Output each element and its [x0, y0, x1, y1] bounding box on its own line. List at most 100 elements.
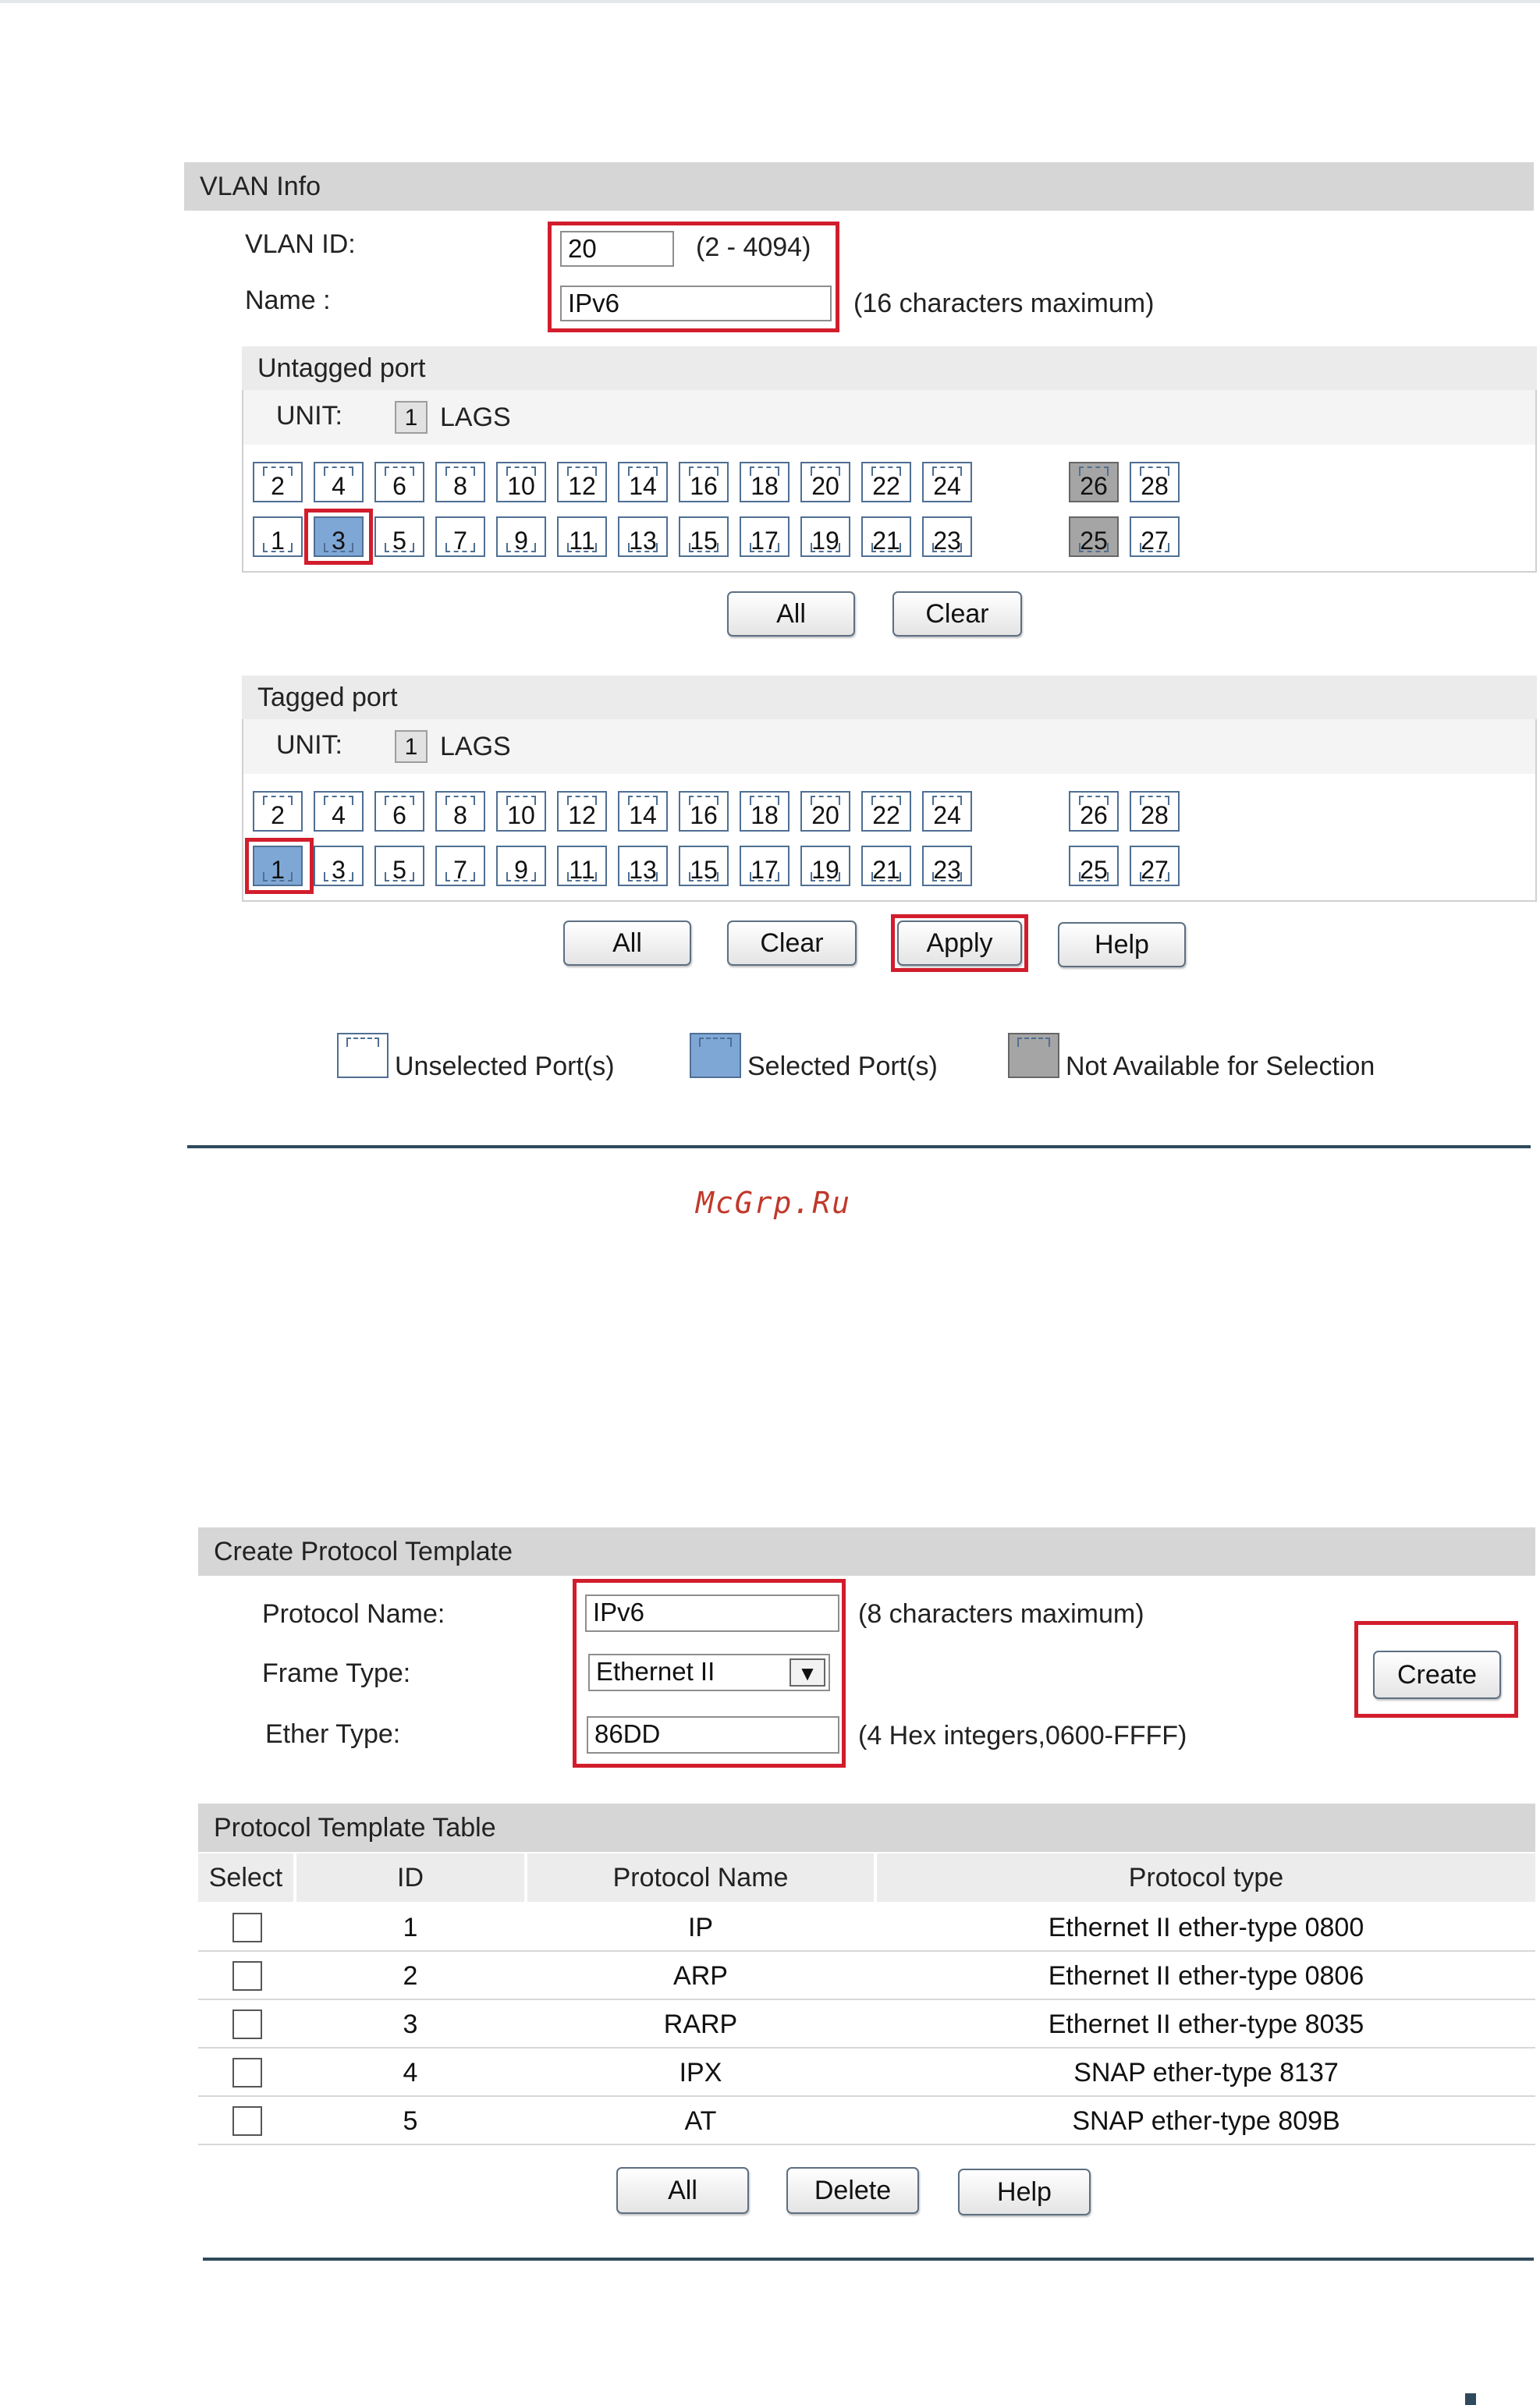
tagged-lags-link[interactable]: LAGS	[440, 732, 511, 762]
table-cell-name: IP	[687, 1913, 714, 1942]
untagged-port-header: Untagged port	[242, 346, 1537, 390]
tagged-port-10[interactable]: 10	[496, 791, 546, 832]
protocol-name-label: Protocol Name:	[262, 1599, 445, 1629]
tagged-port-6[interactable]: 6	[374, 791, 424, 832]
row-select-checkbox[interactable]	[232, 1913, 262, 1942]
untagged-port-22[interactable]: 22	[861, 462, 911, 502]
tagged-all-button[interactable]: All	[563, 920, 691, 966]
tagged-port-11[interactable]: 11	[557, 846, 607, 886]
delete-button[interactable]: Delete	[786, 2167, 919, 2214]
table-cell-id: 5	[403, 2106, 418, 2136]
untagged-port-19[interactable]: 19	[800, 516, 850, 557]
protocol-name-hint: (8 characters maximum)	[858, 1599, 1144, 1629]
tagged-port-14[interactable]: 14	[618, 791, 668, 832]
tagged-port-18[interactable]: 18	[740, 791, 790, 832]
tagged-port-24[interactable]: 24	[922, 791, 972, 832]
untagged-port-7[interactable]: 7	[435, 516, 485, 557]
table-cell-id: 1	[403, 1913, 418, 1942]
untagged-port-5[interactable]: 5	[374, 516, 424, 557]
untagged-port-4[interactable]: 4	[314, 462, 364, 502]
table-cell-type: Ethernet II ether-type 0800	[1048, 1913, 1364, 1942]
tagged-port-21[interactable]: 21	[861, 846, 911, 886]
untagged-port-13[interactable]: 13	[618, 516, 668, 557]
untagged-port-21[interactable]: 21	[861, 516, 911, 557]
tagged-unit-button[interactable]: 1	[395, 730, 428, 763]
tagged-port-15[interactable]: 15	[679, 846, 729, 886]
protocol-template-table-header: Protocol Template Table	[198, 1804, 1535, 1852]
column-header-protocol-name: Protocol Name	[527, 1853, 874, 1902]
untagged-port-28[interactable]: 28	[1130, 462, 1180, 502]
vlan-id-label: VLAN ID:	[245, 229, 356, 259]
column-header-protocol-type: Protocol type	[877, 1853, 1535, 1902]
protocol-fields-highlight	[573, 1579, 846, 1768]
untagged-port-1[interactable]: 1	[253, 516, 303, 557]
untagged-port-11[interactable]: 11	[557, 516, 607, 557]
watermark-text: McGrp.Ru	[696, 1186, 852, 1220]
row-select-checkbox[interactable]	[232, 2058, 262, 2088]
untagged-port-20[interactable]: 20	[800, 462, 850, 502]
untagged-port-10[interactable]: 10	[496, 462, 546, 502]
unavailable-port-legend-icon	[1008, 1033, 1059, 1078]
untagged-port-3-highlight	[304, 509, 373, 565]
legend-unselected-label: Unselected Port(s)	[395, 1052, 615, 1081]
row-select-checkbox[interactable]	[232, 1961, 262, 1991]
untagged-port-25: 25	[1069, 516, 1119, 557]
tagged-port-16[interactable]: 16	[679, 791, 729, 832]
selected-port-legend-icon	[690, 1033, 741, 1078]
untagged-port-8[interactable]: 8	[435, 462, 485, 502]
tagged-port-5[interactable]: 5	[374, 846, 424, 886]
tagged-port-7[interactable]: 7	[435, 846, 485, 886]
tagged-port-27[interactable]: 27	[1130, 846, 1180, 886]
table-cell-name: IPX	[679, 2058, 722, 2088]
untagged-port-17[interactable]: 17	[740, 516, 790, 557]
legend-not-available-label: Not Available for Selection	[1066, 1052, 1375, 1081]
untagged-port-18[interactable]: 18	[740, 462, 790, 502]
tagged-port-26[interactable]: 26	[1069, 791, 1119, 832]
table-cell-name: RARP	[663, 2009, 738, 2039]
tagged-port-13[interactable]: 13	[618, 846, 668, 886]
column-header-select: Select	[198, 1853, 293, 1902]
tagged-port-2[interactable]: 2	[253, 791, 303, 832]
row-select-checkbox[interactable]	[232, 2009, 262, 2039]
tagged-port-1-highlight	[245, 838, 314, 894]
untagged-port-23[interactable]: 23	[922, 516, 972, 557]
untagged-lags-link[interactable]: LAGS	[440, 403, 511, 433]
untagged-port-14[interactable]: 14	[618, 462, 668, 502]
tagged-port-17[interactable]: 17	[740, 846, 790, 886]
untagged-port-9[interactable]: 9	[496, 516, 546, 557]
tagged-port-28[interactable]: 28	[1130, 791, 1180, 832]
tagged-port-25[interactable]: 25	[1069, 846, 1119, 886]
tagged-help-button[interactable]: Help	[1058, 922, 1186, 967]
tagged-port-20[interactable]: 20	[800, 791, 850, 832]
tagged-port-19[interactable]: 19	[800, 846, 850, 886]
untagged-clear-button[interactable]: Clear	[892, 591, 1022, 637]
untagged-unit-label: UNIT:	[276, 401, 342, 431]
section-divider-top	[187, 1145, 1531, 1148]
table-all-button[interactable]: All	[616, 2167, 749, 2214]
tagged-port-9[interactable]: 9	[496, 846, 546, 886]
tagged-port-8[interactable]: 8	[435, 791, 485, 832]
untagged-port-15[interactable]: 15	[679, 516, 729, 557]
tagged-port-3[interactable]: 3	[314, 846, 364, 886]
untagged-unit-button[interactable]: 1	[395, 401, 428, 434]
untagged-unit-row	[242, 390, 1537, 445]
tagged-port-23[interactable]: 23	[922, 846, 972, 886]
section-divider-bottom	[203, 2258, 1534, 2261]
untagged-port-16[interactable]: 16	[679, 462, 729, 502]
untagged-all-button[interactable]: All	[727, 591, 855, 637]
untagged-port-27[interactable]: 27	[1130, 516, 1180, 557]
untagged-port-2[interactable]: 2	[253, 462, 303, 502]
untagged-port-24[interactable]: 24	[922, 462, 972, 502]
vlan-info-header: VLAN Info	[184, 162, 1534, 211]
tagged-clear-button[interactable]: Clear	[727, 920, 857, 966]
tagged-port-4[interactable]: 4	[314, 791, 364, 832]
tagged-port-12[interactable]: 12	[557, 791, 607, 832]
table-cell-type: Ethernet II ether-type 8035	[1048, 2009, 1364, 2039]
table-help-button[interactable]: Help	[958, 2169, 1091, 2215]
vlan-fields-highlight	[548, 222, 839, 332]
tagged-port-22[interactable]: 22	[861, 791, 911, 832]
column-header-id: ID	[296, 1853, 524, 1902]
untagged-port-6[interactable]: 6	[374, 462, 424, 502]
row-select-checkbox[interactable]	[232, 2106, 262, 2136]
untagged-port-12[interactable]: 12	[557, 462, 607, 502]
